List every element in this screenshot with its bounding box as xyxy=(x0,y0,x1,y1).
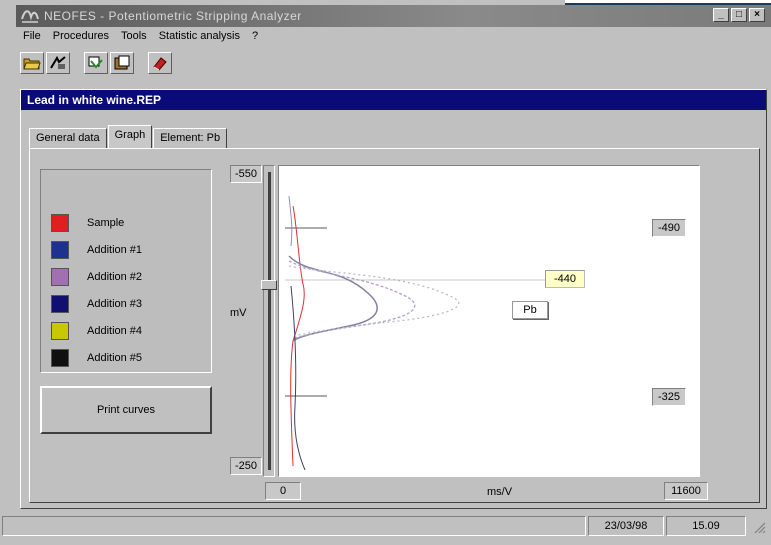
tab-element-pb[interactable]: Element: Pb xyxy=(153,128,228,148)
print-curves-button[interactable]: Print curves xyxy=(40,386,212,434)
status-bar: 23/03/98 15.09 xyxy=(0,514,771,538)
curve-addition-5 xyxy=(290,285,306,471)
curve-addition-4 xyxy=(288,195,293,247)
tab-graph[interactable]: Graph xyxy=(107,125,153,148)
legend-swatch xyxy=(51,349,69,367)
status-time: 15.09 xyxy=(666,516,746,536)
slider-thumb[interactable] xyxy=(261,280,277,290)
x-axis-max: 11600 xyxy=(664,482,708,500)
slider-track xyxy=(268,172,271,470)
main-window: NEOFES - Potentiometric Stripping Analyz… xyxy=(0,0,771,545)
legend-label: Sample xyxy=(87,217,125,229)
legend-label: Addition #1 xyxy=(87,244,143,256)
status-message xyxy=(2,516,586,536)
tab-strip: General data Graph Element: Pb xyxy=(29,125,228,148)
toolbar xyxy=(20,50,172,76)
menu-file[interactable]: File xyxy=(22,29,42,43)
legend-swatch xyxy=(51,295,69,313)
menu-procedures[interactable]: Procedures xyxy=(52,29,110,43)
legend-item: Addition #3 xyxy=(51,295,142,313)
title-bar[interactable]: NEOFES - Potentiometric Stripping Analyz… xyxy=(16,5,771,27)
graph-panel: Sample Addition #1 Addition #2 Addition … xyxy=(29,148,760,503)
resize-grip-icon[interactable] xyxy=(752,520,766,534)
x-axis-label: ms/V xyxy=(487,486,513,498)
maximize-button[interactable]: □ xyxy=(731,8,747,22)
legend-label: Addition #3 xyxy=(87,298,143,310)
report-window: Lead in white wine.REP General data Grap… xyxy=(20,89,767,509)
legend-swatch xyxy=(51,322,69,340)
element-peak-label[interactable]: Pb xyxy=(512,301,548,319)
report-title-bar[interactable]: Lead in white wine.REP xyxy=(21,90,766,110)
scan-button[interactable] xyxy=(46,52,70,74)
lower-limit-value: -325 xyxy=(652,388,686,406)
y-axis-max: -550 xyxy=(230,165,262,183)
potential-slider[interactable] xyxy=(261,165,277,477)
menu-help[interactable]: ? xyxy=(251,29,259,43)
window-title: NEOFES - Potentiometric Stripping Analyz… xyxy=(44,9,302,23)
upper-limit-value: -490 xyxy=(652,219,686,237)
legend-item: Addition #5 xyxy=(51,349,142,367)
stripping-plot[interactable]: -440 Pb -490 -325 xyxy=(278,165,700,477)
cursor-value-label: -440 xyxy=(545,270,585,288)
scan-icon xyxy=(50,55,66,69)
y-axis-min: -250 xyxy=(230,457,262,475)
legend-item: Sample xyxy=(51,214,124,232)
clear-button[interactable] xyxy=(148,52,172,74)
legend-label: Addition #2 xyxy=(87,271,143,283)
paste-button[interactable] xyxy=(110,52,134,74)
curve-addition-2 xyxy=(288,260,416,339)
copy-button[interactable] xyxy=(84,52,108,74)
curve-legend: Sample Addition #1 Addition #2 Addition … xyxy=(40,169,212,373)
close-button[interactable]: × xyxy=(749,8,765,22)
minimize-button[interactable]: _ xyxy=(713,8,729,22)
legend-label: Addition #5 xyxy=(87,352,143,364)
tab-general-data[interactable]: General data xyxy=(29,128,107,148)
legend-item: Addition #4 xyxy=(51,322,142,340)
legend-item: Addition #1 xyxy=(51,241,142,259)
open-folder-icon xyxy=(23,58,41,70)
clear-icon xyxy=(153,57,167,71)
curve-addition-1 xyxy=(288,255,378,342)
status-date: 23/03/98 xyxy=(588,516,664,536)
legend-swatch xyxy=(51,241,69,259)
curves-svg xyxy=(285,195,549,471)
y-axis-label: mV xyxy=(230,307,247,319)
menu-statistic-analysis[interactable]: Statistic analysis xyxy=(158,29,241,43)
menu-tools[interactable]: Tools xyxy=(120,29,148,43)
legend-swatch xyxy=(51,214,69,232)
app-icon xyxy=(21,10,39,23)
legend-swatch xyxy=(51,268,69,286)
menu-bar: File Procedures Tools Statistic analysis… xyxy=(22,29,259,43)
open-button[interactable] xyxy=(20,52,44,74)
curve-addition-3 xyxy=(288,265,460,337)
copy-icon xyxy=(88,56,103,69)
paste-icon xyxy=(114,55,130,70)
legend-item: Addition #2 xyxy=(51,268,142,286)
x-axis-min: 0 xyxy=(265,482,301,500)
legend-label: Addition #4 xyxy=(87,325,143,337)
